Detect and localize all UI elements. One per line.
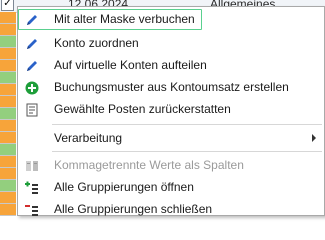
- row-status-mark: [0, 156, 16, 168]
- row-status-mark: [0, 204, 16, 216]
- menu-item-label: Mit alter Maske verbuchen: [54, 12, 195, 26]
- row-status-mark: [0, 120, 16, 132]
- row-status-mark: [0, 192, 16, 204]
- menu-item-label: Alle Gruppierungen schließen: [54, 202, 213, 216]
- menu-item-verarbeitung[interactable]: Verarbeitung: [18, 128, 324, 149]
- menu-item-kommagetrennte-werte: Kommagetrennte Werte als Spalten: [18, 155, 324, 176]
- menu-item-mit-alter-maske-verbuchen[interactable]: Mit alter Maske verbuchen: [18, 9, 324, 30]
- menu-separator: [52, 124, 322, 125]
- pencil-icon: [24, 58, 40, 74]
- menu-separator: [52, 151, 322, 152]
- row-status-mark: [0, 180, 16, 192]
- row-status-mark: [0, 24, 16, 36]
- row-status-mark: [0, 48, 16, 60]
- menu-item-gruppierungen-schliessen[interactable]: Alle Gruppierungen schließen: [18, 199, 324, 220]
- row-status-mark: [0, 84, 16, 96]
- menu-item-konto-zuordnen[interactable]: Konto zuordnen: [18, 33, 324, 54]
- menu-item-label: Alle Gruppierungen öffnen: [54, 180, 194, 194]
- menu-item-buchungsmuster[interactable]: Buchungsmuster aus Kontoumsatz erstellen: [18, 77, 324, 98]
- menu-item-label: Verarbeitung: [54, 131, 123, 145]
- document-icon: [24, 102, 40, 118]
- row-status-mark: [0, 108, 16, 120]
- row-status-mark: [0, 60, 16, 72]
- context-menu: Mit alter Maske verbuchen Konto zuordnen…: [17, 6, 325, 216]
- add-circle-icon: [24, 80, 40, 96]
- row-status-strip: [0, 12, 18, 216]
- menu-item-label: Buchungsmuster aus Kontoumsatz erstellen: [54, 80, 289, 94]
- menu-item-label: Kommagetrennte Werte als Spalten: [54, 158, 244, 172]
- row-status-mark: [0, 168, 16, 180]
- menu-item-gruppierungen-oeffnen[interactable]: Alle Gruppierungen öffnen: [18, 177, 324, 198]
- menu-item-posten-zurueckerstatten[interactable]: Gewählte Posten zurückerstatten: [18, 99, 324, 120]
- row-status-mark: [0, 12, 16, 24]
- expand-groups-icon: [24, 180, 40, 196]
- menu-item-virtuelle-konten[interactable]: Auf virtuelle Konten aufteilen: [18, 55, 324, 76]
- pencil-icon: [24, 36, 40, 52]
- row-status-mark: [0, 72, 16, 84]
- menu-item-label: Auf virtuelle Konten aufteilen: [54, 58, 207, 72]
- columns-icon: [24, 158, 40, 174]
- collapse-groups-icon: [24, 202, 40, 218]
- row-status-mark: [0, 36, 16, 48]
- submenu-arrow-icon: [312, 134, 316, 142]
- menu-item-label: Konto zuordnen: [54, 36, 139, 50]
- row-checkbox[interactable]: ✓: [1, 0, 14, 11]
- pencil-icon: [24, 12, 40, 28]
- row-status-mark: [0, 144, 16, 156]
- row-status-mark: [0, 132, 16, 144]
- row-status-mark: [0, 96, 16, 108]
- menu-item-label: Gewählte Posten zurückerstatten: [54, 102, 231, 116]
